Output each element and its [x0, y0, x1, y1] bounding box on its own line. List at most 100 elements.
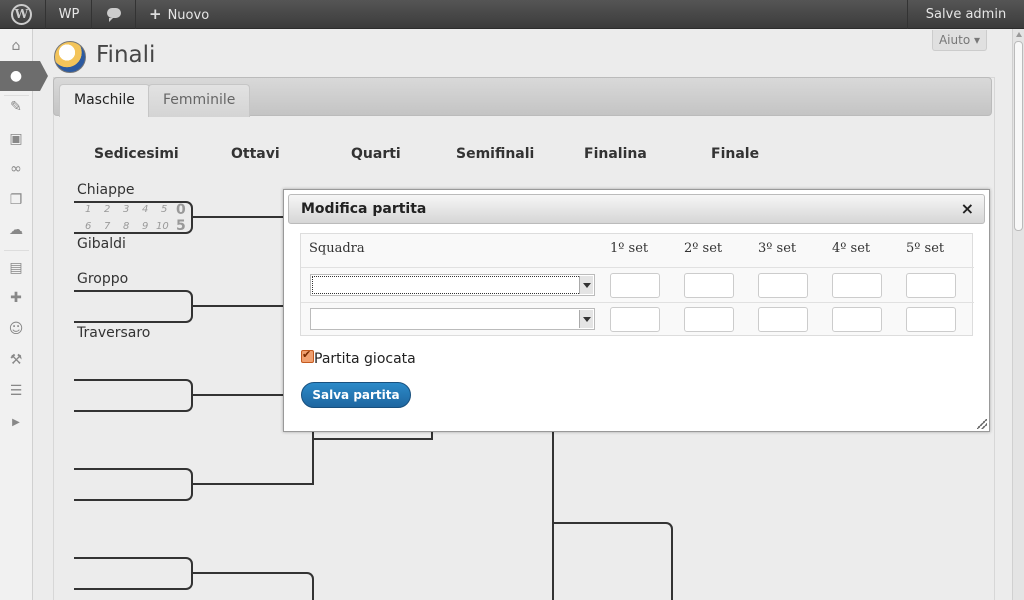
match-total-score: 0: [176, 202, 186, 218]
chevron-down-icon: [579, 310, 593, 328]
set5-score-home[interactable]: [906, 273, 956, 298]
column-header-set5: 5º set: [906, 241, 945, 256]
set-score: 4: [142, 204, 149, 215]
menu-media[interactable]: ▣: [0, 124, 33, 154]
dialog-title: Modifica partita: [301, 201, 427, 217]
team-name[interactable]: Groppo: [77, 271, 128, 287]
team-name[interactable]: Gibaldi: [77, 236, 126, 252]
menu-users[interactable]: ☺: [0, 314, 33, 344]
pin-icon: ✎: [10, 99, 22, 115]
set-score: 7: [104, 221, 111, 232]
bracket-connector: [193, 483, 313, 485]
scrollbar-thumb[interactable]: [1014, 41, 1023, 231]
media-icon: ▣: [9, 131, 23, 147]
bracket-connector: [193, 216, 285, 218]
save-match-button[interactable]: Salva partita: [301, 382, 411, 408]
bracket-match[interactable]: [74, 290, 193, 323]
row-divider: [301, 302, 974, 303]
set4-score-home[interactable]: [832, 273, 882, 298]
tab-femminile[interactable]: Femminile: [148, 84, 251, 117]
page-title: Finali: [96, 42, 156, 68]
help-button[interactable]: Aiuto ▾: [932, 30, 987, 51]
admin-bar: W WP + Nuovo Salve admin: [0, 0, 1024, 29]
team-select-away[interactable]: [310, 308, 595, 330]
menu-dashboard[interactable]: ⌂: [0, 31, 33, 61]
resize-handle-icon[interactable]: [977, 419, 987, 429]
round-header-finale: Finale: [711, 146, 760, 162]
comments-icon: ☁: [9, 222, 23, 238]
set1-score-away[interactable]: [610, 307, 660, 332]
bracket-connector: [193, 394, 285, 396]
set1-score-home[interactable]: [610, 273, 660, 298]
tools-icon: ⚒: [9, 352, 23, 368]
comment-bubble-icon: [107, 8, 121, 22]
menu-collapse[interactable]: ▶: [0, 408, 33, 438]
site-name-link[interactable]: WP: [47, 0, 92, 29]
wordpress-icon: W: [11, 4, 32, 25]
set3-score-away[interactable]: [758, 307, 808, 332]
plus-icon: +: [149, 5, 162, 23]
bracket-connector: [193, 305, 285, 307]
edit-match-dialog: Modifica partita × Squadra 1º set 2º set…: [283, 189, 990, 432]
set-score: 10: [156, 221, 169, 232]
column-header-set4: 4º set: [832, 241, 871, 256]
set2-score-away[interactable]: [684, 307, 734, 332]
bracket-match[interactable]: [74, 468, 193, 501]
volleyball-icon: ●: [9, 68, 23, 84]
settings-icon: ☰: [9, 383, 23, 399]
admin-sidebar: ⌂ ● ✎ ▣ ∞ ❐ ☁ ▤ ✚ ☺ ⚒ ☰ ▶: [0, 29, 48, 600]
set3-score-home[interactable]: [758, 273, 808, 298]
tab-maschile[interactable]: Maschile: [59, 84, 150, 117]
menu-comments[interactable]: ☁: [0, 215, 33, 245]
set5-score-away[interactable]: [906, 307, 956, 332]
set-score: 2: [104, 204, 111, 215]
dialog-titlebar[interactable]: Modifica partita ×: [288, 194, 985, 224]
new-content-button[interactable]: + Nuovo: [137, 0, 227, 29]
volleyball-icon: [54, 41, 86, 73]
set-score: 3: [123, 204, 130, 215]
team-select-home[interactable]: [310, 274, 595, 296]
column-header-squadra: Squadra: [309, 241, 365, 256]
bracket-connector: [552, 522, 673, 600]
set2-score-home[interactable]: [684, 273, 734, 298]
match-total-score: 5: [176, 218, 186, 234]
links-icon: ∞: [10, 161, 22, 177]
set-score: 9: [142, 221, 149, 232]
menu-plugins[interactable]: ✚: [0, 283, 33, 313]
close-icon[interactable]: ×: [961, 199, 974, 218]
menu-volleyball[interactable]: ●: [0, 61, 48, 91]
collapse-icon: ▶: [12, 417, 20, 428]
menu-pages[interactable]: ❐: [0, 185, 33, 215]
team-name[interactable]: Chiappe: [77, 182, 135, 198]
round-header-sedicesimi: Sedicesimi: [94, 146, 179, 162]
account-menu[interactable]: Salve admin: [907, 0, 1024, 29]
set4-score-away[interactable]: [832, 307, 882, 332]
dashboard-icon: ⌂: [11, 38, 21, 54]
bracket-match[interactable]: [74, 379, 193, 412]
team-name[interactable]: Traversaro: [77, 325, 150, 341]
menu-posts[interactable]: ✎: [0, 92, 33, 122]
appearance-icon: ▤: [9, 260, 23, 276]
menu-settings[interactable]: ☰: [0, 376, 33, 406]
users-icon: ☺: [8, 321, 24, 337]
chevron-down-icon: [579, 276, 593, 294]
page-scrollbar[interactable]: [1012, 29, 1024, 600]
round-header-finalina: Finalina: [584, 146, 647, 162]
bracket-connector: [193, 572, 305, 574]
menu-tools[interactable]: ⚒: [0, 345, 33, 375]
set-score: 8: [123, 221, 130, 232]
bracket-match[interactable]: [74, 557, 193, 590]
menu-appearance[interactable]: ▤: [0, 253, 33, 283]
menu-links[interactable]: ∞: [0, 154, 33, 184]
wordpress-logo-button[interactable]: W: [0, 0, 46, 29]
set-score: 6: [85, 221, 92, 232]
bracket-connector: [312, 438, 432, 440]
bracket-connector: [297, 572, 314, 600]
comments-button[interactable]: [93, 0, 136, 29]
set-score: 1: [85, 204, 92, 215]
plugins-icon: ✚: [10, 290, 22, 306]
set-score: 5: [161, 204, 168, 215]
match-played-checkbox[interactable]: [301, 348, 314, 363]
round-header-ottavi: Ottavi: [231, 146, 280, 162]
scroll-up-icon[interactable]: [1016, 32, 1022, 37]
